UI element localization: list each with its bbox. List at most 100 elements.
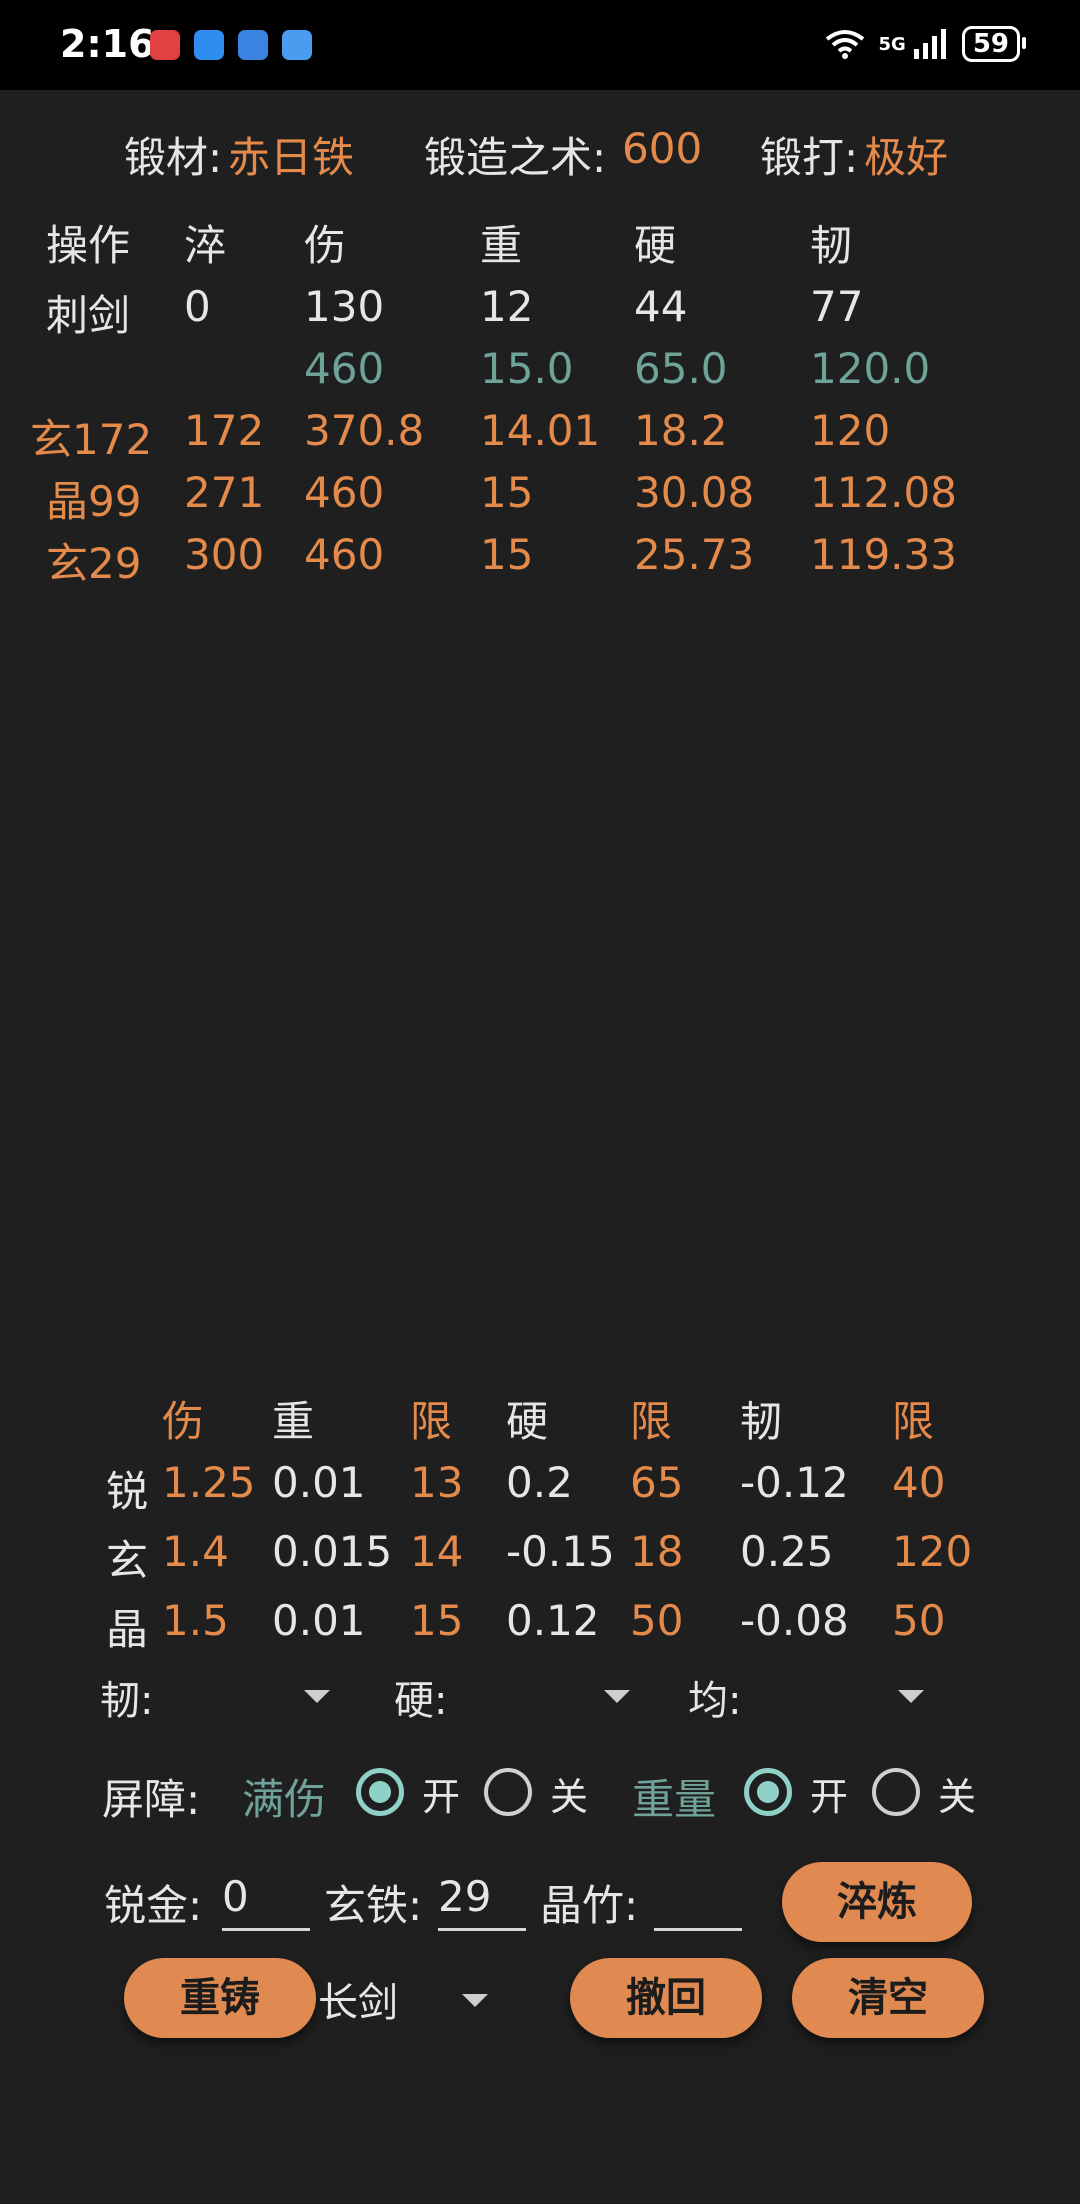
table-row-hardness: 25.73 bbox=[634, 530, 755, 579]
coef-header-hardness: 硬 bbox=[506, 1397, 549, 1446]
full-damage-on-label: 开 bbox=[422, 1775, 461, 1819]
table-row-weight: 15 bbox=[480, 530, 534, 579]
table-row-op: 玄29 bbox=[46, 539, 142, 588]
col-header-op: 操作 bbox=[46, 221, 131, 270]
coef-row-name: 锐 bbox=[106, 1467, 149, 1516]
coef-cell: 65 bbox=[630, 1458, 684, 1507]
forge-value: 极好 bbox=[864, 133, 949, 182]
limit-weight: 15.0 bbox=[480, 344, 574, 393]
coef-header-toughness: 韧 bbox=[740, 1397, 783, 1446]
coef-cell: 13 bbox=[410, 1458, 464, 1507]
crystal-bamboo-label: 晶竹: bbox=[540, 1881, 639, 1930]
chevron-down-icon bbox=[304, 1690, 330, 1703]
crystal-bamboo-input[interactable] bbox=[654, 1872, 742, 1931]
table-row-op: 玄172 bbox=[30, 415, 153, 464]
browser-app-icon bbox=[238, 30, 268, 60]
table-row-damage: 370.8 bbox=[304, 406, 425, 455]
coef-header-weight: 重 bbox=[272, 1397, 315, 1446]
barrier-label: 屏障: bbox=[102, 1775, 201, 1824]
table-row-weight: 14.01 bbox=[480, 406, 601, 455]
signal-icon bbox=[913, 29, 946, 59]
toughness-dropdown[interactable]: 韧: bbox=[100, 1668, 340, 1724]
battery-indicator: 59 bbox=[961, 26, 1027, 62]
coef-cell: -0.15 bbox=[506, 1527, 615, 1576]
table-row-damage: 460 bbox=[304, 530, 385, 579]
forge-label: 锻打: bbox=[760, 133, 859, 182]
coef-cell: 0.2 bbox=[506, 1458, 573, 1507]
chevron-down-icon bbox=[604, 1690, 630, 1703]
cloud-app-icon bbox=[282, 30, 312, 60]
base-weight: 12 bbox=[480, 282, 534, 331]
coef-cell: 14 bbox=[410, 1527, 464, 1576]
coef-cell: 0.01 bbox=[272, 1596, 366, 1645]
table-row-hardness: 30.08 bbox=[634, 468, 755, 517]
status-indicators: 5G 59 bbox=[825, 26, 1027, 62]
table-row-toughness: 120 bbox=[810, 406, 891, 455]
balance-dropdown[interactable]: 均: bbox=[688, 1668, 928, 1724]
table-row-weight: 15 bbox=[480, 468, 534, 517]
material-value: 赤日铁 bbox=[228, 133, 355, 182]
limit-hardness: 65.0 bbox=[634, 344, 728, 393]
coef-cell: 1.25 bbox=[162, 1458, 256, 1507]
weight-off-radio[interactable] bbox=[872, 1768, 920, 1816]
toughness-dropdown-label: 韧: bbox=[100, 1678, 154, 1724]
table-row-temper: 271 bbox=[184, 468, 265, 517]
table-row-toughness: 112.08 bbox=[810, 468, 957, 517]
weapon-type-dropdown[interactable]: 长剑 bbox=[318, 1970, 498, 2026]
status-bar: 2:16 5G 59 bbox=[0, 0, 1080, 90]
weight-on-label: 开 bbox=[810, 1775, 849, 1819]
col-header-weight: 重 bbox=[480, 221, 523, 270]
col-header-temper: 淬 bbox=[184, 221, 227, 270]
col-header-hardness: 硬 bbox=[634, 221, 677, 270]
coef-cell: 1.5 bbox=[162, 1596, 229, 1645]
full-damage-label: 满伤 bbox=[242, 1775, 327, 1824]
limit-toughness: 120.0 bbox=[810, 344, 931, 393]
limit-damage: 460 bbox=[304, 344, 385, 393]
chevron-down-icon bbox=[898, 1690, 924, 1703]
skill-value: 600 bbox=[622, 124, 703, 173]
coef-cell: 40 bbox=[892, 1458, 946, 1507]
full-damage-off-label: 关 bbox=[550, 1775, 589, 1819]
recast-button[interactable]: 重铸 bbox=[124, 1958, 316, 2038]
sharp-gold-input[interactable]: 0 bbox=[222, 1872, 310, 1931]
xuan-iron-label: 玄铁: bbox=[324, 1881, 423, 1930]
message-app-icon bbox=[194, 30, 224, 60]
base-damage: 130 bbox=[304, 282, 385, 331]
weight-on-radio[interactable] bbox=[744, 1768, 792, 1816]
hardness-dropdown[interactable]: 硬: bbox=[394, 1668, 634, 1724]
coef-cell: 15 bbox=[410, 1596, 464, 1645]
coef-cell: -0.12 bbox=[740, 1458, 849, 1507]
coef-cell: 0.01 bbox=[272, 1458, 366, 1507]
clock: 2:16 bbox=[60, 22, 155, 66]
coef-cell: -0.08 bbox=[740, 1596, 849, 1645]
table-row-damage: 460 bbox=[304, 468, 385, 517]
base-hardness: 44 bbox=[634, 282, 688, 331]
weapon-type-label: 长剑 bbox=[318, 1980, 398, 2026]
table-row-op: 晶99 bbox=[46, 477, 142, 526]
xuan-iron-input[interactable]: 29 bbox=[438, 1872, 526, 1931]
table-row-temper: 300 bbox=[184, 530, 265, 579]
coef-cell: 18 bbox=[630, 1527, 684, 1576]
coef-header-limit: 限 bbox=[892, 1397, 935, 1446]
coef-header-limit: 限 bbox=[630, 1397, 673, 1446]
full-damage-off-radio[interactable] bbox=[484, 1768, 532, 1816]
base-weapon: 刺剑 bbox=[46, 291, 131, 340]
base-temper: 0 bbox=[184, 282, 211, 331]
col-header-toughness: 韧 bbox=[810, 221, 853, 270]
coef-cell: 120 bbox=[892, 1527, 973, 1576]
undo-button[interactable]: 撤回 bbox=[570, 1958, 762, 2038]
table-row-temper: 172 bbox=[184, 406, 265, 455]
huawei-app-icon bbox=[150, 30, 180, 60]
weight-label: 重量 bbox=[632, 1775, 717, 1824]
coef-cell: 50 bbox=[630, 1596, 684, 1645]
network-label: 5G bbox=[878, 33, 906, 55]
temper-button[interactable]: 淬炼 bbox=[782, 1862, 972, 1942]
coef-header-damage: 伤 bbox=[162, 1397, 205, 1446]
full-damage-on-radio[interactable] bbox=[356, 1768, 404, 1816]
table-row-toughness: 119.33 bbox=[810, 530, 957, 579]
coef-cell: 50 bbox=[892, 1596, 946, 1645]
coef-cell: 0.015 bbox=[272, 1527, 393, 1576]
coef-header-limit: 限 bbox=[410, 1397, 453, 1446]
coef-cell: 0.25 bbox=[740, 1527, 834, 1576]
clear-button[interactable]: 清空 bbox=[792, 1958, 984, 2038]
